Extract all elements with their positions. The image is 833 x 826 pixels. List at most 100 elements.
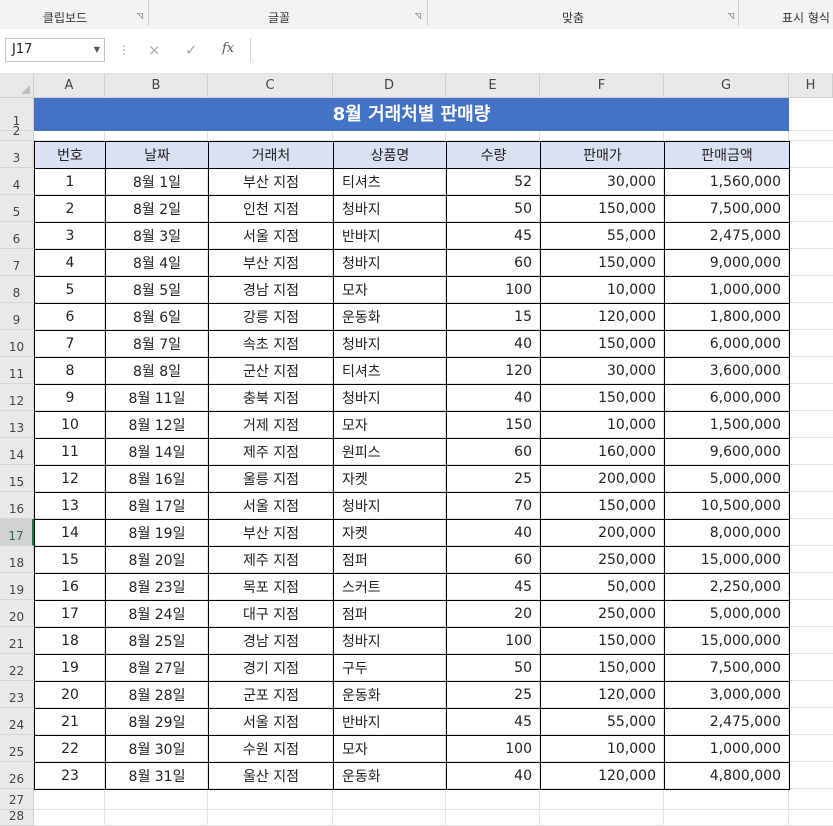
table-header-cell[interactable]: 날짜 bbox=[105, 141, 209, 169]
table-cell[interactable]: 속초 지점 bbox=[208, 330, 334, 358]
table-cell[interactable]: 14 bbox=[34, 519, 106, 547]
column-header-d[interactable]: D bbox=[333, 74, 446, 98]
table-cell[interactable]: 52 bbox=[446, 168, 541, 196]
table-cell[interactable]: 서울 지점 bbox=[208, 708, 334, 736]
select-all-button[interactable] bbox=[0, 74, 34, 98]
table-cell[interactable]: 8월 8일 bbox=[105, 357, 209, 385]
sheet-title[interactable]: 8월 거래처별 판매량 bbox=[34, 98, 789, 131]
table-cell[interactable]: 160,000 bbox=[540, 438, 665, 466]
table-cell[interactable]: 서울 지점 bbox=[208, 222, 334, 250]
table-cell[interactable]: 8월 24일 bbox=[105, 600, 209, 628]
table-cell[interactable]: 7,500,000 bbox=[664, 195, 790, 223]
table-cell[interactable]: 1,000,000 bbox=[664, 276, 790, 304]
row-header-19[interactable]: 19 bbox=[0, 573, 34, 600]
table-cell[interactable]: 40 bbox=[446, 330, 541, 358]
row-header-3[interactable]: 3 bbox=[0, 141, 34, 168]
table-cell[interactable]: 1,560,000 bbox=[664, 168, 790, 196]
row-header-25[interactable]: 25 bbox=[0, 735, 34, 762]
table-cell[interactable]: 3 bbox=[34, 222, 106, 250]
row-header-14[interactable]: 14 bbox=[0, 438, 34, 465]
table-cell[interactable]: 점퍼 bbox=[333, 546, 447, 574]
table-cell[interactable]: 30,000 bbox=[540, 168, 665, 196]
table-cell[interactable]: 반바지 bbox=[333, 222, 447, 250]
row-header-20[interactable]: 20 bbox=[0, 600, 34, 627]
table-cell[interactable]: 부산 지점 bbox=[208, 249, 334, 277]
table-cell[interactable]: 군산 지점 bbox=[208, 357, 334, 385]
table-cell[interactable]: 50,000 bbox=[540, 573, 665, 601]
table-cell[interactable]: 5,000,000 bbox=[664, 465, 790, 493]
table-cell[interactable]: 8월 27일 bbox=[105, 654, 209, 682]
table-cell[interactable]: 울산 지점 bbox=[208, 762, 334, 790]
table-cell[interactable]: 16 bbox=[34, 573, 106, 601]
row-header-4[interactable]: 4 bbox=[0, 168, 34, 195]
table-cell[interactable]: 2,475,000 bbox=[664, 222, 790, 250]
table-cell[interactable]: 50 bbox=[446, 654, 541, 682]
column-header-c[interactable]: C bbox=[208, 74, 333, 98]
row-header-5[interactable]: 5 bbox=[0, 195, 34, 222]
column-header-f[interactable]: F bbox=[540, 74, 664, 98]
table-cell[interactable]: 2,250,000 bbox=[664, 573, 790, 601]
table-cell[interactable]: 6 bbox=[34, 303, 106, 331]
table-cell[interactable]: 8월 7일 bbox=[105, 330, 209, 358]
table-cell[interactable]: 모자 bbox=[333, 411, 447, 439]
table-cell[interactable]: 9 bbox=[34, 384, 106, 412]
table-cell[interactable]: 150,000 bbox=[540, 384, 665, 412]
table-cell[interactable]: 250,000 bbox=[540, 600, 665, 628]
row-header-8[interactable]: 8 bbox=[0, 276, 34, 303]
table-cell[interactable]: 8월 25일 bbox=[105, 627, 209, 655]
row-header-22[interactable]: 22 bbox=[0, 654, 34, 681]
row-header-21[interactable]: 21 bbox=[0, 627, 34, 654]
table-cell[interactable]: 운동화 bbox=[333, 681, 447, 709]
table-cell[interactable]: 8월 30일 bbox=[105, 735, 209, 763]
table-cell[interactable]: 8,000,000 bbox=[664, 519, 790, 547]
table-cell[interactable]: 거제 지점 bbox=[208, 411, 334, 439]
table-cell[interactable]: 8월 17일 bbox=[105, 492, 209, 520]
table-header-cell[interactable]: 판매가 bbox=[540, 141, 665, 169]
table-cell[interactable]: 1,500,000 bbox=[664, 411, 790, 439]
table-header-cell[interactable]: 상품명 bbox=[333, 141, 447, 169]
dialog-launcher-icon[interactable]: ◹ bbox=[137, 12, 145, 20]
table-cell[interactable]: 10,000 bbox=[540, 411, 665, 439]
table-cell[interactable]: 25 bbox=[446, 465, 541, 493]
table-cell[interactable]: 4 bbox=[34, 249, 106, 277]
table-cell[interactable]: 8월 3일 bbox=[105, 222, 209, 250]
table-cell[interactable]: 3,600,000 bbox=[664, 357, 790, 385]
table-cell[interactable]: 17 bbox=[34, 600, 106, 628]
table-cell[interactable]: 23 bbox=[34, 762, 106, 790]
table-cell[interactable]: 9,600,000 bbox=[664, 438, 790, 466]
table-cell[interactable]: 모자 bbox=[333, 735, 447, 763]
table-cell[interactable]: 250,000 bbox=[540, 546, 665, 574]
table-cell[interactable]: 제주 지점 bbox=[208, 438, 334, 466]
table-cell[interactable]: 점퍼 bbox=[333, 600, 447, 628]
table-cell[interactable]: 수원 지점 bbox=[208, 735, 334, 763]
table-cell[interactable]: 대구 지점 bbox=[208, 600, 334, 628]
table-cell[interactable]: 120,000 bbox=[540, 303, 665, 331]
table-cell[interactable]: 60 bbox=[446, 438, 541, 466]
table-cell[interactable]: 10,500,000 bbox=[664, 492, 790, 520]
table-cell[interactable]: 청바지 bbox=[333, 249, 447, 277]
table-cell[interactable]: 스커트 bbox=[333, 573, 447, 601]
column-header-h[interactable]: H bbox=[789, 74, 833, 98]
table-cell[interactable]: 청바지 bbox=[333, 195, 447, 223]
table-cell[interactable]: 50 bbox=[446, 195, 541, 223]
table-cell[interactable]: 8월 11일 bbox=[105, 384, 209, 412]
column-header-g[interactable]: G bbox=[664, 74, 789, 98]
table-cell[interactable]: 8월 2일 bbox=[105, 195, 209, 223]
table-cell[interactable]: 40 bbox=[446, 519, 541, 547]
table-cell[interactable]: 7,500,000 bbox=[664, 654, 790, 682]
table-cell[interactable]: 5 bbox=[34, 276, 106, 304]
table-cell[interactable]: 티셔츠 bbox=[333, 357, 447, 385]
table-cell[interactable]: 25 bbox=[446, 681, 541, 709]
table-cell[interactable]: 15 bbox=[446, 303, 541, 331]
table-cell[interactable]: 150 bbox=[446, 411, 541, 439]
table-cell[interactable]: 원피스 bbox=[333, 438, 447, 466]
table-cell[interactable]: 5,000,000 bbox=[664, 600, 790, 628]
table-cell[interactable]: 45 bbox=[446, 222, 541, 250]
table-cell[interactable]: 6,000,000 bbox=[664, 384, 790, 412]
table-cell[interactable]: 자켓 bbox=[333, 465, 447, 493]
row-header-26[interactable]: 26 bbox=[0, 762, 34, 789]
table-cell[interactable]: 8월 20일 bbox=[105, 546, 209, 574]
table-cell[interactable]: 8월 16일 bbox=[105, 465, 209, 493]
table-cell[interactable]: 40 bbox=[446, 762, 541, 790]
table-header-cell[interactable]: 번호 bbox=[34, 141, 106, 169]
